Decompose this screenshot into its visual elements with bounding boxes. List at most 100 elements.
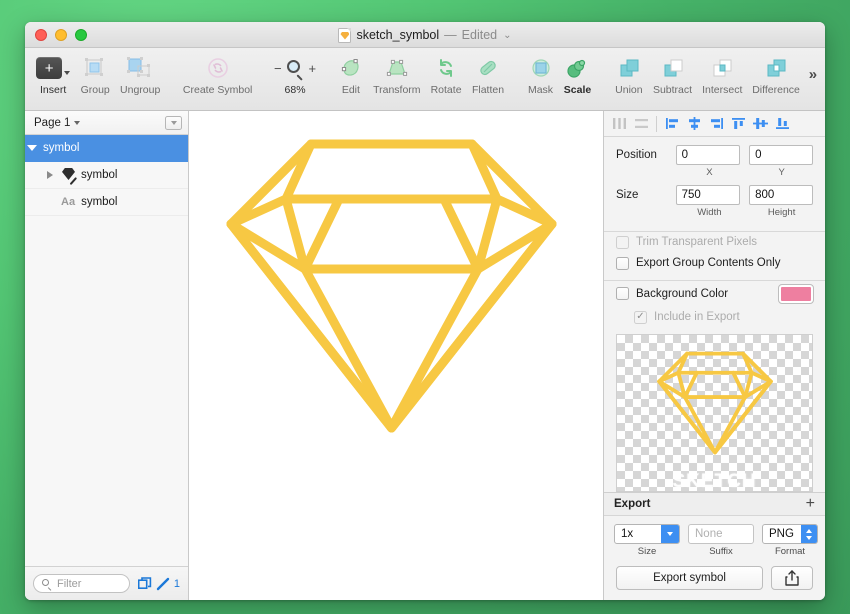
- background-color-row[interactable]: Background Color: [604, 281, 825, 307]
- flatten-button[interactable]: Flatten: [467, 53, 510, 96]
- layer-sidebar: Page 1 symbol symbol: [25, 111, 189, 600]
- scale-label: Scale: [564, 84, 591, 96]
- width-caption: Width: [678, 207, 741, 218]
- caret-down-icon: [171, 121, 177, 125]
- align-top-icon[interactable]: [727, 113, 749, 135]
- scale-button[interactable]: Scale: [558, 53, 596, 96]
- layer-row-group-symbol[interactable]: symbol: [25, 135, 188, 162]
- align-vertical-center-icon[interactable]: [749, 113, 771, 135]
- add-export-preset-button[interactable]: +: [806, 496, 815, 512]
- background-color-swatch[interactable]: [779, 285, 813, 303]
- transform-icon: [385, 55, 409, 81]
- union-button[interactable]: Union: [610, 53, 648, 96]
- minimize-button[interactable]: [55, 29, 67, 41]
- export-group-contents-checkbox[interactable]: [616, 257, 629, 270]
- artboard-sketch-diamond[interactable]: [219, 131, 564, 441]
- background-color-checkbox[interactable]: [616, 287, 629, 300]
- page-options-button[interactable]: [165, 116, 182, 130]
- chevron-down-icon: [74, 121, 80, 125]
- insert-button[interactable]: + Insert: [31, 53, 75, 96]
- rotate-button[interactable]: Rotate: [425, 53, 466, 96]
- share-button[interactable]: [771, 566, 813, 590]
- export-format-stepper[interactable]: PNG: [762, 524, 818, 544]
- layer-list: symbol symbol Aa symbol: [25, 135, 188, 566]
- canvas-area[interactable]: [189, 111, 603, 600]
- flatten-label: Flatten: [472, 84, 504, 96]
- disclosure-triangle-open-icon[interactable]: [25, 145, 39, 151]
- sketch-window: sketch_symbol — Edited ⌄ + Insert: [25, 22, 825, 600]
- alignment-toolbar: [604, 111, 825, 137]
- export-preview: SKETCH: [616, 334, 813, 492]
- size-label: Size: [616, 189, 676, 201]
- width-input[interactable]: 750: [676, 185, 740, 205]
- disclosure-triangle-closed-icon[interactable]: [43, 171, 57, 179]
- zoom-in-button[interactable]: +: [309, 61, 317, 76]
- export-size-dropdown[interactable]: 1x: [614, 524, 680, 544]
- maximize-button[interactable]: [75, 29, 87, 41]
- union-label: Union: [615, 84, 642, 96]
- trim-transparent-pixels-label: Trim Transparent Pixels: [636, 236, 757, 248]
- position-label: Position: [616, 149, 676, 161]
- difference-button[interactable]: Difference: [747, 53, 804, 96]
- mask-button[interactable]: Mask: [523, 53, 559, 96]
- zoom-control[interactable]: − + 68%: [270, 53, 320, 96]
- position-x-input[interactable]: 0: [676, 145, 740, 165]
- create-symbol-label: Create Symbol: [183, 84, 252, 96]
- layer-row-symbol-instance[interactable]: symbol: [25, 162, 188, 189]
- rotate-icon: [434, 55, 458, 81]
- layer-count-label: 1: [174, 578, 180, 590]
- position-y-input[interactable]: 0: [749, 145, 813, 165]
- ungroup-button[interactable]: Ungroup: [115, 53, 165, 96]
- toolbar-divider: [656, 116, 657, 132]
- filter-input[interactable]: Filter: [33, 574, 130, 593]
- export-size-caption: Size: [638, 546, 656, 557]
- group-button[interactable]: Group: [75, 53, 115, 96]
- background-color-label: Background Color: [636, 288, 728, 300]
- traffic-light-group: [35, 29, 87, 41]
- close-button[interactable]: [35, 29, 47, 41]
- edit-label: Edit: [342, 84, 360, 96]
- difference-label: Difference: [752, 84, 800, 96]
- sketch-diamond-logo: [219, 131, 564, 441]
- export-size-group: 1x Size: [614, 524, 680, 557]
- include-in-export-row: Include in Export: [604, 307, 825, 328]
- distribute-vertically-icon[interactable]: [630, 113, 652, 135]
- export-format-caption: Format: [775, 546, 805, 557]
- subtract-button[interactable]: Subtract: [648, 53, 697, 96]
- window-titlebar: sketch_symbol — Edited ⌄: [25, 22, 825, 48]
- pen-slash-icon[interactable]: [156, 577, 170, 591]
- align-bottom-icon[interactable]: [771, 113, 793, 135]
- align-left-icon[interactable]: [661, 113, 683, 135]
- toolbar-overflow-button[interactable]: »: [805, 66, 819, 97]
- export-format-value: PNG: [769, 528, 794, 540]
- align-right-icon[interactable]: [705, 113, 727, 135]
- scale-icon: [565, 55, 589, 81]
- export-symbol-button[interactable]: Export symbol: [616, 566, 763, 590]
- height-input[interactable]: 800: [749, 185, 813, 205]
- page-selector[interactable]: Page 1: [34, 117, 80, 129]
- duplicate-layers-icon[interactable]: [138, 577, 152, 591]
- ungroup-label: Ungroup: [120, 84, 160, 96]
- trim-transparent-pixels-checkbox: [616, 236, 629, 249]
- distribute-horizontally-icon[interactable]: [608, 113, 630, 135]
- magnifier-icon[interactable]: [287, 60, 304, 77]
- document-edited-state: Edited: [462, 28, 497, 42]
- position-captions: X Y: [678, 167, 813, 178]
- align-horizontal-center-icon[interactable]: [683, 113, 705, 135]
- layer-row-text[interactable]: Aa symbol: [25, 189, 188, 216]
- sidebar-footer: Filter 1: [25, 566, 188, 600]
- x-caption: X: [678, 167, 741, 178]
- create-symbol-icon: [206, 55, 230, 81]
- intersect-button[interactable]: Intersect: [697, 53, 747, 96]
- zoom-out-button[interactable]: −: [274, 61, 282, 76]
- mask-icon: [529, 55, 553, 81]
- export-group-contents-row[interactable]: Export Group Contents Only: [604, 253, 825, 274]
- export-suffix-input[interactable]: None: [688, 524, 754, 544]
- subtract-icon: [661, 55, 685, 81]
- edit-button[interactable]: Edit: [333, 53, 368, 96]
- transform-button[interactable]: Transform: [368, 53, 425, 96]
- chevron-down-icon[interactable]: ⌄: [503, 30, 511, 41]
- group-label: Group: [81, 84, 110, 96]
- create-symbol-button[interactable]: Create Symbol: [179, 53, 257, 96]
- stepper-arrows-icon[interactable]: [801, 525, 817, 543]
